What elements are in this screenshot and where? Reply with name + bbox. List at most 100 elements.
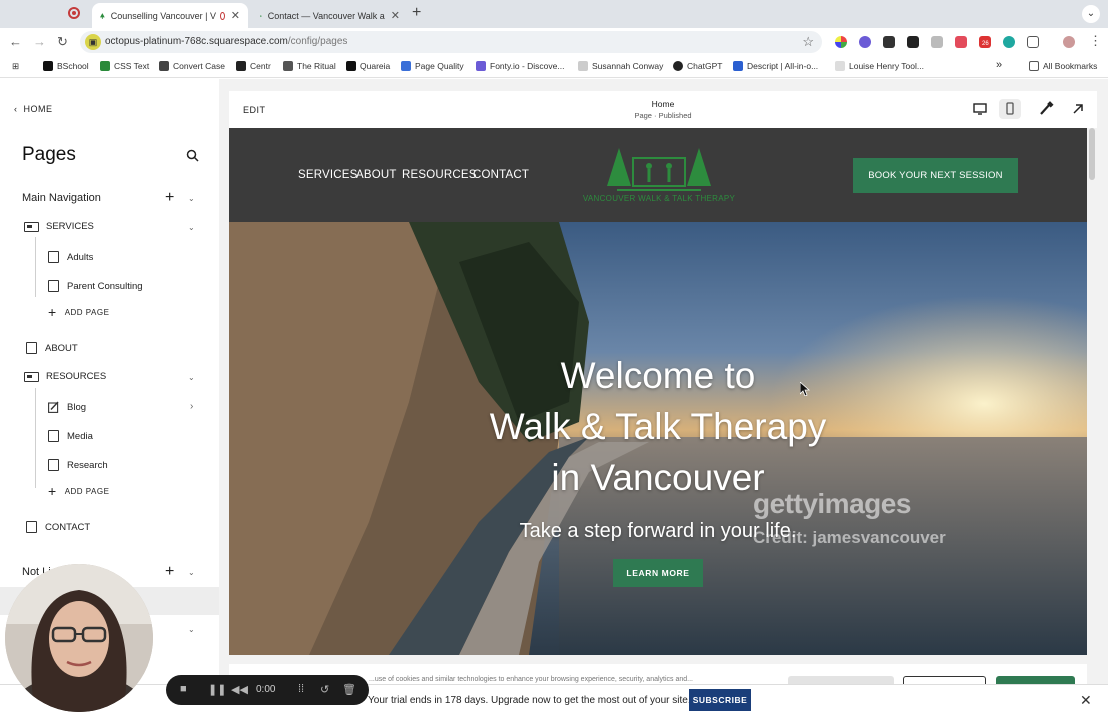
tab-title: Contact — Vancouver Walk a — [267, 10, 385, 21]
extension-calendar-icon[interactable]: 26 — [979, 36, 991, 48]
extension-m-icon[interactable] — [1003, 36, 1015, 48]
stop-icon[interactable]: ■ — [180, 683, 187, 695]
reload-icon[interactable]: ↻ — [57, 34, 68, 50]
bookmark-item[interactable]: Convert Case — [159, 61, 225, 71]
tab-contact[interactable]: Contact — Vancouver Walk a ✕ — [252, 3, 408, 28]
chevron-down-icon[interactable]: ⌄ — [188, 625, 195, 634]
subscribe-button[interactable]: SUBSCRIBE — [689, 689, 751, 711]
restart-icon[interactable]: ↺ — [320, 683, 329, 696]
folder-icon — [24, 371, 39, 382]
chevron-right-icon[interactable]: › — [190, 401, 193, 412]
bookmark-item[interactable]: CSS Text — [100, 61, 149, 71]
tab-search-button[interactable]: ⌄ — [1082, 5, 1100, 23]
webcam-bubble[interactable] — [5, 564, 153, 712]
page-icon — [48, 280, 59, 292]
extension-pocket-icon[interactable] — [955, 36, 967, 48]
extension-camera-icon[interactable] — [931, 36, 943, 48]
browser-menu-icon[interactable]: ⋮ — [1089, 33, 1102, 49]
extension-color-icon[interactable] — [835, 36, 847, 48]
folder-icon — [24, 221, 39, 232]
site-nav-about[interactable]: ABOUT — [356, 169, 397, 181]
chevron-down-icon[interactable]: ⌄ — [188, 373, 195, 382]
chevron-down-icon[interactable]: ⌄ — [188, 194, 195, 203]
rewind-icon[interactable]: ◀◀ — [231, 683, 248, 696]
add-page-button[interactable]: + ADD PAGE — [48, 484, 109, 498]
tree-line — [35, 388, 36, 488]
extensions-puzzle-icon[interactable] — [1027, 36, 1039, 48]
bookmark-item[interactable]: Page Quality — [401, 61, 464, 71]
extension-font-icon[interactable] — [907, 36, 919, 48]
bookmark-item[interactable]: Louise Henry Tool... — [835, 61, 924, 71]
sidebar-item-media[interactable]: Media — [48, 430, 93, 442]
bookmark-item[interactable]: Susannah Conway — [578, 61, 663, 71]
chevron-down-icon[interactable]: ⌄ — [188, 223, 195, 232]
getty-watermark: gettyimages — [753, 488, 911, 519]
add-page-button[interactable]: + ADD PAGE — [48, 305, 109, 319]
main-navigation-label: Main Navigation — [22, 192, 101, 204]
sidebar-item-services[interactable]: SERVICES — [24, 221, 94, 232]
sidebar-item-about[interactable]: ABOUT — [26, 342, 78, 354]
sidebar-item-resources[interactable]: RESOURCES — [24, 371, 106, 382]
tab-close-icon[interactable]: ✕ — [225, 9, 240, 22]
recording-controls: ■ ❚❚ ◀◀ 0:00 ⁞⁞ ↺ 🗑 — [166, 675, 369, 705]
bookmark-item[interactable]: Centr — [236, 61, 271, 71]
home-back-link[interactable]: ‹ HOME — [14, 104, 53, 114]
bookmark-item[interactable]: Fonty.io - Discove... — [476, 61, 564, 71]
profile-avatar-icon[interactable] — [1063, 36, 1075, 48]
all-bookmarks[interactable]: All Bookmarks — [1029, 61, 1097, 71]
preview-scrollbar[interactable] — [1089, 128, 1095, 180]
site-nav-services[interactable]: SERVICES — [298, 169, 358, 181]
sidebar-item-adults[interactable]: Adults — [48, 251, 93, 263]
bookmark-item[interactable]: ChatGPT — [673, 61, 722, 71]
book-session-button[interactable]: BOOK YOUR NEXT SESSION — [853, 158, 1018, 193]
bookmark-item[interactable]: The Ritual — [283, 61, 336, 71]
pause-icon[interactable]: ❚❚ — [208, 683, 226, 696]
arrow-up-right-icon — [1073, 104, 1083, 114]
webcam-person-image — [5, 564, 153, 712]
extension-gear-icon[interactable] — [859, 36, 871, 48]
sidebar-item-parent-consulting[interactable]: Parent Consulting — [48, 280, 143, 292]
site-nav-contact[interactable]: CONTACT — [473, 169, 529, 181]
bookmark-item[interactable]: Quareia — [346, 61, 390, 71]
hero-section: Welcome to Walk & Talk Therapy in Vancou… — [229, 222, 1087, 655]
bookmark-item[interactable]: BSchool — [43, 61, 89, 71]
forward-icon[interactable]: → — [33, 34, 46, 49]
sidebar-item-contact[interactable]: CONTACT — [26, 521, 90, 533]
bookmark-item[interactable]: Descript | All-in-o... — [733, 61, 818, 71]
chevron-down-icon[interactable]: ⌄ — [188, 568, 195, 577]
learn-more-button[interactable]: LEARN MORE — [613, 559, 703, 587]
site-nav-resources[interactable]: RESOURCES — [402, 169, 477, 181]
search-icon[interactable] — [186, 149, 199, 162]
hero-title-line: Walk & Talk Therapy — [489, 406, 827, 447]
sidebar-item-blog[interactable]: Blog — [48, 401, 86, 413]
tab-counselling-vancouver[interactable]: Counselling Vancouver | V ✕ — [92, 3, 248, 28]
apps-grid-icon[interactable]: ⊞ — [12, 61, 19, 72]
trash-icon[interactable]: 🗑 — [342, 683, 356, 696]
address-bar[interactable]: ▣ octopus-platinum-768c.squarespace.com/… — [80, 31, 822, 53]
sidebar-item-research[interactable]: Research — [48, 459, 108, 471]
browser-toolbar: ← → ↻ ▣ octopus-platinum-768c.squarespac… — [0, 28, 1108, 56]
new-tab-button[interactable]: + — [412, 4, 421, 22]
mobile-view-button[interactable] — [999, 99, 1021, 119]
logo-text: VANCOUVER WALK & TALK THERAPY — [582, 194, 736, 203]
extension-grid-icon[interactable] — [883, 36, 895, 48]
open-external-button[interactable] — [1067, 99, 1089, 119]
site-logo[interactable]: VANCOUVER WALK & TALK THERAPY — [577, 144, 741, 206]
paintbrush-icon — [1040, 101, 1054, 115]
more-bookmarks-icon[interactable]: » — [996, 59, 1002, 71]
page-icon — [48, 251, 59, 263]
back-icon[interactable]: ← — [9, 34, 22, 49]
tab-close-icon[interactable]: ✕ — [385, 9, 400, 22]
recording-indicator-icon — [68, 7, 80, 19]
browser-tab-bar: Counselling Vancouver | V ✕ Contact — Va… — [0, 0, 1108, 28]
site-info-icon[interactable]: ▣ — [85, 34, 101, 50]
close-icon[interactable]: ✕ — [1080, 692, 1092, 709]
mouse-cursor-icon — [800, 382, 810, 396]
bookmark-star-icon[interactable]: ☆ — [802, 34, 814, 50]
drag-handle-icon[interactable]: ⁞⁞ — [298, 683, 304, 695]
add-icon[interactable]: + — [165, 564, 174, 580]
desktop-view-button[interactable] — [969, 99, 991, 119]
tree-line — [35, 237, 36, 297]
add-icon[interactable]: + — [165, 190, 174, 206]
design-brush-button[interactable] — [1035, 99, 1057, 119]
